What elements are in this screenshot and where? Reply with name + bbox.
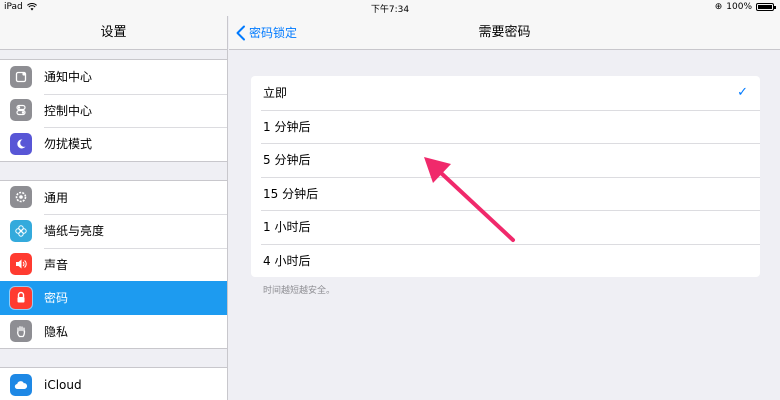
sidebar-item-privacy[interactable]: 隐私: [0, 315, 227, 349]
sidebar-item-control-center[interactable]: 控制中心: [0, 93, 227, 128]
cloud-icon: [10, 373, 32, 396]
sidebar-title: 设置: [0, 16, 227, 50]
sidebar-group-3: iCloud: [0, 367, 227, 400]
footer-note: 时间越短越安全。: [263, 286, 336, 296]
require-passcode-options: 立即 ✓ 1 分钟后 5 分钟后 15 分钟后 1 小时后 4 小时后: [251, 76, 760, 277]
sidebar-item-sounds[interactable]: 声音: [0, 247, 227, 282]
sidebar-item-do-not-disturb[interactable]: 勿扰模式: [0, 127, 227, 161]
status-bar: iPad 下午7:34 ⊕ 100%: [0, 0, 780, 16]
sidebar-item-notification-center[interactable]: 通知中心: [0, 60, 227, 94]
status-time: 下午7:34: [370, 5, 410, 15]
option-label: 4 小时后: [263, 253, 311, 268]
gear-icon: [10, 186, 32, 209]
sidebar-item-label: 声音: [44, 257, 69, 272]
detail-pane: 密码锁定 需要密码 立即 ✓ 1 分钟后 5 分钟后 15 分钟后 1 小时后 …: [229, 16, 780, 400]
sidebar-group-1: 通知中心 控制中心 勿扰模式: [0, 59, 227, 162]
page-title: 需要密码: [478, 25, 531, 40]
sidebar-item-label: 墙纸与亮度: [44, 224, 105, 239]
sidebar-item-label: 密码: [44, 291, 69, 306]
option-label: 1 分钟后: [263, 119, 311, 134]
notification-center-icon: [10, 65, 32, 88]
option-label: 立即: [263, 86, 288, 101]
hand-icon: [10, 320, 32, 343]
flower-icon: [10, 219, 32, 242]
sidebar-item-label: 通知中心: [44, 70, 93, 85]
option-label: 5 分钟后: [263, 153, 311, 168]
lock-icon: [10, 286, 32, 309]
sidebar-item-wallpaper[interactable]: 墙纸与亮度: [0, 214, 227, 248]
lock-rotation-icon: ⊕: [714, 2, 723, 12]
battery-icon: [756, 3, 776, 11]
option-4-hours[interactable]: 4 小时后: [251, 243, 760, 278]
sidebar-group-2: 通用 墙纸与亮度 声音 密码 隐私: [0, 179, 227, 349]
control-center-icon: [10, 99, 32, 122]
detail-nav-bar: 密码锁定 需要密码: [229, 16, 780, 50]
speaker-icon: [10, 253, 32, 276]
option-1-minute[interactable]: 1 分钟后: [251, 109, 760, 144]
option-5-minutes[interactable]: 5 分钟后: [251, 143, 760, 177]
sidebar-item-label: 控制中心: [44, 103, 93, 118]
option-label: 15 分钟后: [263, 186, 319, 201]
moon-icon: [10, 132, 32, 155]
option-label: 1 小时后: [263, 220, 311, 235]
sidebar-item-label: 隐私: [44, 324, 69, 339]
option-15-minutes[interactable]: 15 分钟后: [251, 176, 760, 211]
option-1-hour[interactable]: 1 小时后: [251, 210, 760, 244]
sidebar-item-general[interactable]: 通用: [0, 181, 227, 215]
sidebar-item-label: 通用: [44, 190, 69, 205]
sidebar-item-label: 勿扰模式: [44, 137, 93, 152]
checkmark-icon: ✓: [737, 85, 748, 101]
sidebar-item-icloud[interactable]: iCloud: [0, 368, 227, 400]
settings-sidebar: 设置 通知中心 控制中心 勿扰模式 通用 墙纸与亮度 声音 密码 隐私 iClo…: [0, 16, 228, 400]
option-immediately[interactable]: 立即 ✓: [251, 76, 760, 110]
sidebar-item-label: iCloud: [44, 377, 82, 392]
battery-percent: 100%: [726, 2, 752, 12]
sidebar-item-passcode[interactable]: 密码: [0, 281, 227, 315]
